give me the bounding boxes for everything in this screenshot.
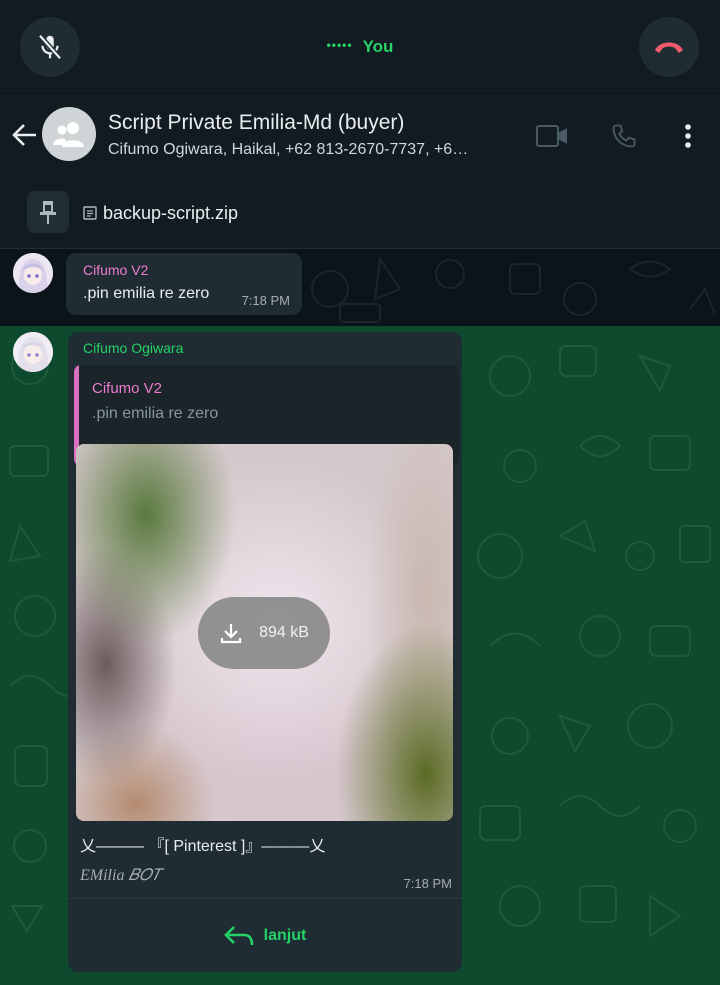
back-arrow-icon[interactable] xyxy=(10,120,40,150)
message-sender[interactable]: Cifumo Ogiwara xyxy=(83,340,183,356)
group-icon xyxy=(53,122,84,147)
download-button[interactable]: 894 kB xyxy=(198,597,330,669)
ongoing-call-bar: ••••• You xyxy=(0,0,720,93)
quoted-text: .pin emilia re zero xyxy=(92,405,219,422)
pinned-file-name: backup-script.zip xyxy=(103,203,239,223)
image-attachment[interactable]: 894 kB xyxy=(76,444,453,821)
image-caption: 乂——— 『[ Pinterest ]』———乂 xyxy=(80,838,326,855)
video-call-button[interactable] xyxy=(536,121,568,151)
chat-title[interactable]: Script Private Emilia-Md (buyer) xyxy=(108,111,404,135)
message-time: 7:18 PM xyxy=(241,293,290,308)
more-vert-icon xyxy=(685,124,691,148)
download-size: 894 kB xyxy=(259,624,309,641)
sender-avatar[interactable] xyxy=(13,253,53,293)
pin-icon xyxy=(40,201,56,224)
anime-avatar-image xyxy=(13,253,53,293)
pinned-message-bar[interactable]: backup-script.zip xyxy=(0,176,720,249)
message-bubble[interactable]: Cifumo Ogiwara Cifumo V2 .pin emilia re … xyxy=(68,332,462,972)
quoted-sender: Cifumo V2 xyxy=(92,380,163,397)
more-options-button[interactable] xyxy=(672,121,704,151)
chat-participants[interactable]: Cifumo Ogiwara, Haikal, +62 813-2670-773… xyxy=(108,141,518,159)
reply-arrow-icon xyxy=(223,925,253,945)
bot-signature: EMilia 𝐵𝑂𝑇 xyxy=(80,867,162,884)
message-bubble[interactable]: Cifumo V2 .pin emilia re zero 7:18 PM xyxy=(66,253,302,315)
document-icon xyxy=(83,206,97,220)
message-sender[interactable]: Cifumo V2 xyxy=(83,262,148,278)
sender-avatar[interactable] xyxy=(13,332,53,372)
group-avatar[interactable] xyxy=(42,107,96,161)
message-time: 7:18 PM xyxy=(403,876,452,891)
chat-header: Script Private Emilia-Md (buyer) Cifumo … xyxy=(0,93,720,177)
video-call-icon xyxy=(536,125,567,147)
voice-call-button[interactable] xyxy=(608,121,640,151)
quick-reply-button[interactable]: lanjut xyxy=(68,899,462,972)
end-call-icon xyxy=(655,42,683,53)
end-call-button[interactable] xyxy=(639,17,699,77)
message-text: .pin emilia re zero xyxy=(83,285,210,302)
anime-avatar-image xyxy=(13,332,53,372)
pin-button[interactable] xyxy=(27,191,69,233)
call-status[interactable]: ••••• You xyxy=(0,37,720,57)
call-indicator: ••••• xyxy=(326,38,353,52)
download-icon xyxy=(220,624,242,644)
phone-icon xyxy=(612,124,636,148)
quick-reply-label: lanjut xyxy=(263,926,307,944)
call-status-text: You xyxy=(362,37,394,56)
